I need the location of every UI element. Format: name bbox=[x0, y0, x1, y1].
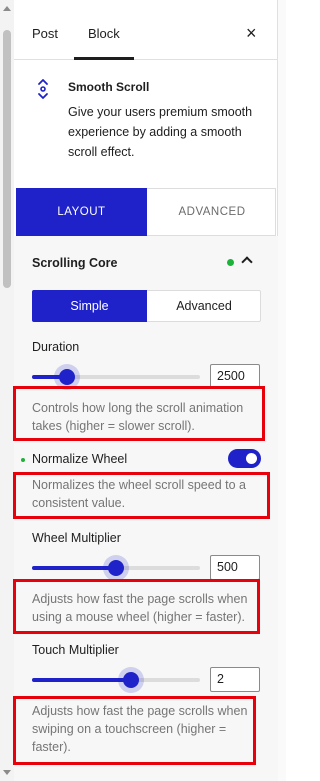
scroll-down-arrow-icon[interactable] bbox=[3, 770, 11, 775]
block-description: Give your users premium smooth experienc… bbox=[68, 105, 253, 159]
wheel-multiplier-input[interactable]: 500 bbox=[210, 555, 260, 580]
duration-slider[interactable] bbox=[32, 369, 200, 385]
touch-multiplier-input[interactable]: 2 bbox=[210, 667, 260, 692]
scrolling-core-panel: Scrolling Core Simple Advanced Duration … bbox=[13, 236, 278, 781]
normalize-wheel-help-text: Normalizes the wheel scroll speed to a c… bbox=[32, 478, 246, 510]
tab-advanced[interactable]: ADVANCED bbox=[148, 189, 276, 235]
slider-thumb[interactable] bbox=[59, 369, 76, 385]
slider-thumb[interactable] bbox=[123, 672, 140, 688]
touch-multiplier-label: Touch Multiplier bbox=[32, 643, 119, 657]
close-icon[interactable]: × bbox=[246, 24, 257, 42]
normalize-wheel-toggle[interactable] bbox=[228, 449, 261, 468]
toggle-knob bbox=[246, 453, 257, 464]
mode-advanced-button[interactable]: Advanced bbox=[147, 290, 261, 322]
touch-multiplier-slider[interactable] bbox=[32, 672, 200, 688]
wheel-multiplier-label: Wheel Multiplier bbox=[32, 531, 121, 545]
section-title[interactable]: Scrolling Core bbox=[32, 256, 117, 270]
updown-scroll-icon bbox=[38, 79, 48, 99]
mode-simple-button[interactable]: Simple bbox=[32, 290, 147, 322]
normalize-wheel-label: Normalize Wheel bbox=[32, 452, 128, 466]
slider-fill bbox=[32, 566, 116, 570]
slider-fill bbox=[32, 678, 132, 682]
wheel-multiplier-help-text: Adjusts how fast the page scrolls when u… bbox=[32, 592, 248, 624]
scroll-up-arrow-icon[interactable] bbox=[3, 6, 11, 11]
wheel-multiplier-slider[interactable] bbox=[32, 560, 200, 576]
block-settings-sidebar: Post Block × Smooth Scroll Give your use… bbox=[13, 0, 278, 781]
scrollbar-thumb[interactable] bbox=[3, 30, 11, 288]
duration-help-text: Controls how long the scroll animation t… bbox=[32, 401, 244, 433]
tab-block[interactable]: Block bbox=[88, 26, 120, 41]
status-dot bbox=[227, 259, 234, 266]
chevron-up-icon[interactable] bbox=[241, 256, 253, 268]
slider-thumb[interactable] bbox=[108, 560, 124, 576]
status-dot bbox=[21, 458, 25, 462]
page-scrollbar[interactable] bbox=[0, 0, 14, 781]
touch-multiplier-help-text: Adjusts how fast the page scrolls when s… bbox=[32, 704, 248, 754]
mode-toggle: Simple Advanced bbox=[32, 290, 261, 322]
block-title: Smooth Scroll bbox=[68, 80, 150, 94]
block-card: Smooth Scroll Give your users premium sm… bbox=[14, 60, 278, 188]
tab-post[interactable]: Post bbox=[32, 26, 58, 41]
layout-advanced-tabs: LAYOUT ADVANCED bbox=[16, 188, 276, 236]
tab-layout[interactable]: LAYOUT bbox=[16, 188, 147, 236]
editor-canvas-edge bbox=[278, 0, 286, 781]
sidebar-tabs: Post Block × bbox=[14, 0, 278, 60]
duration-label: Duration bbox=[32, 340, 80, 354]
